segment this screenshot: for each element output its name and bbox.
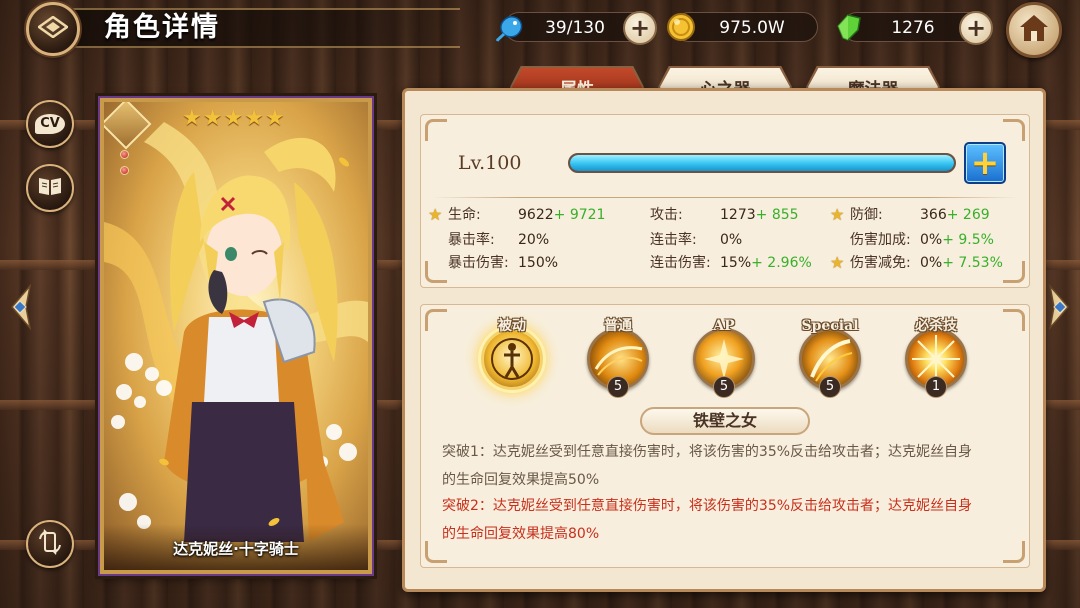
- star-icon: ★: [202, 106, 223, 131]
- story-book-button[interactable]: [26, 164, 74, 212]
- skill-level-badge: 5: [713, 376, 735, 398]
- add-crystal-button[interactable]: +: [959, 11, 993, 45]
- previous-character-arrow[interactable]: [4, 282, 38, 336]
- chevron-left-icon: [6, 282, 36, 336]
- page-title: 角色详情: [104, 12, 220, 43]
- top-bar: 角色详情 39/130 + 975.0W 1276 +: [0, 0, 1080, 58]
- level-up-button[interactable]: +: [964, 142, 1006, 184]
- diamond-back-icon: [36, 15, 70, 42]
- skill-passive[interactable]: 被动: [474, 316, 550, 402]
- level-label: Lv.100: [458, 152, 522, 174]
- gold-value: 975.0W: [719, 18, 785, 38]
- skill-normal[interactable]: 普通 5: [580, 316, 656, 402]
- star-icon: ★: [428, 205, 443, 224]
- red-gem-icon: [120, 150, 129, 159]
- add-stamina-button[interactable]: +: [623, 11, 657, 45]
- stamina-value: 39/130: [545, 18, 605, 38]
- skill-level-badge: 5: [819, 376, 841, 398]
- title-band: [40, 8, 460, 48]
- stat-attack: 攻击: 1273+ 855: [650, 207, 799, 223]
- red-gem-icon: [120, 166, 129, 175]
- stamina-counter: 39/130 +: [496, 11, 657, 45]
- back-button[interactable]: [26, 2, 80, 56]
- character-card[interactable]: ★ ★ ★ ★ ★ 达克妮丝·十字骑士: [100, 98, 372, 574]
- breakthrough-1-line-1: 突破1：达克妮丝受到任意直接伤害时，将该伤害的35%反击给攻击者；达克妮丝自身: [442, 444, 973, 460]
- rotate-phone-icon: [35, 527, 65, 561]
- level-progress-fill: [570, 155, 954, 171]
- breakthrough-2-line-2: 的生命回复效果提高80%: [442, 526, 600, 542]
- green-crystal-icon: [831, 9, 867, 45]
- breakthrough-2-line-1: 突破2：达克妮丝受到任意直接伤害时，将该伤害的35%反击给攻击者；达克妮丝自身: [442, 498, 973, 514]
- skill-title: 铁壁之女: [640, 407, 810, 435]
- star-icon: ★: [223, 106, 244, 131]
- crystal-counter: 1276 +: [837, 11, 993, 45]
- chevron-right-icon: [1044, 282, 1074, 336]
- blue-creature-icon: [493, 9, 529, 45]
- skill-level-badge: 1: [925, 376, 947, 398]
- passive-skill-icon: [481, 328, 543, 390]
- character-name: 达克妮丝·十字骑士: [173, 540, 299, 558]
- star-icon: ★: [264, 106, 285, 131]
- stat-damage-reduction: ★ 伤害减免: 0%+ 7.53%: [830, 253, 1003, 272]
- home-icon: [1018, 13, 1050, 47]
- voice-cv-button[interactable]: CV: [26, 100, 74, 148]
- book-icon: [37, 175, 63, 201]
- divider: [432, 197, 1018, 198]
- gold-counter: 975.0W: [667, 12, 818, 42]
- star-icon: ★: [182, 106, 202, 131]
- skill-level-badge: 5: [607, 376, 629, 398]
- stat-damage-bonus: 伤害加成: 0%+ 9.5%: [850, 232, 994, 248]
- star-icon: ★: [830, 253, 845, 272]
- skill-ultimate[interactable]: 必杀技 1: [898, 316, 974, 402]
- stat-combo-rate: 连击率: 0%: [650, 232, 743, 248]
- skill-ap[interactable]: AP 5: [686, 316, 762, 402]
- level-progress-bar: [568, 153, 956, 173]
- rotate-card-button[interactable]: [26, 520, 74, 568]
- character-portrait: [104, 102, 368, 570]
- next-character-arrow[interactable]: [1042, 282, 1076, 336]
- stat-combo-damage: 连击伤害: 15%+ 2.96%: [650, 255, 812, 271]
- cv-icon: CV: [35, 114, 65, 134]
- stat-crit-damage: 暴击伤害: 150%: [448, 255, 559, 271]
- stat-crit-rate: 暴击率: 20%: [448, 232, 550, 248]
- gold-coin-icon: [663, 9, 699, 45]
- breakthrough-1-line-2: 的生命回复效果提高50%: [442, 472, 600, 488]
- stat-defense: ★ 防御: 366+ 269: [830, 205, 990, 224]
- star-rating: ★ ★ ★ ★ ★: [182, 108, 285, 130]
- crystal-value: 1276: [891, 18, 935, 38]
- skill-special[interactable]: Special 5: [792, 316, 868, 402]
- stat-hp: ★ 生命: 9622+ 9721: [428, 205, 606, 224]
- star-icon: ★: [830, 205, 845, 224]
- home-button[interactable]: [1006, 2, 1062, 58]
- star-icon: ★: [244, 106, 264, 131]
